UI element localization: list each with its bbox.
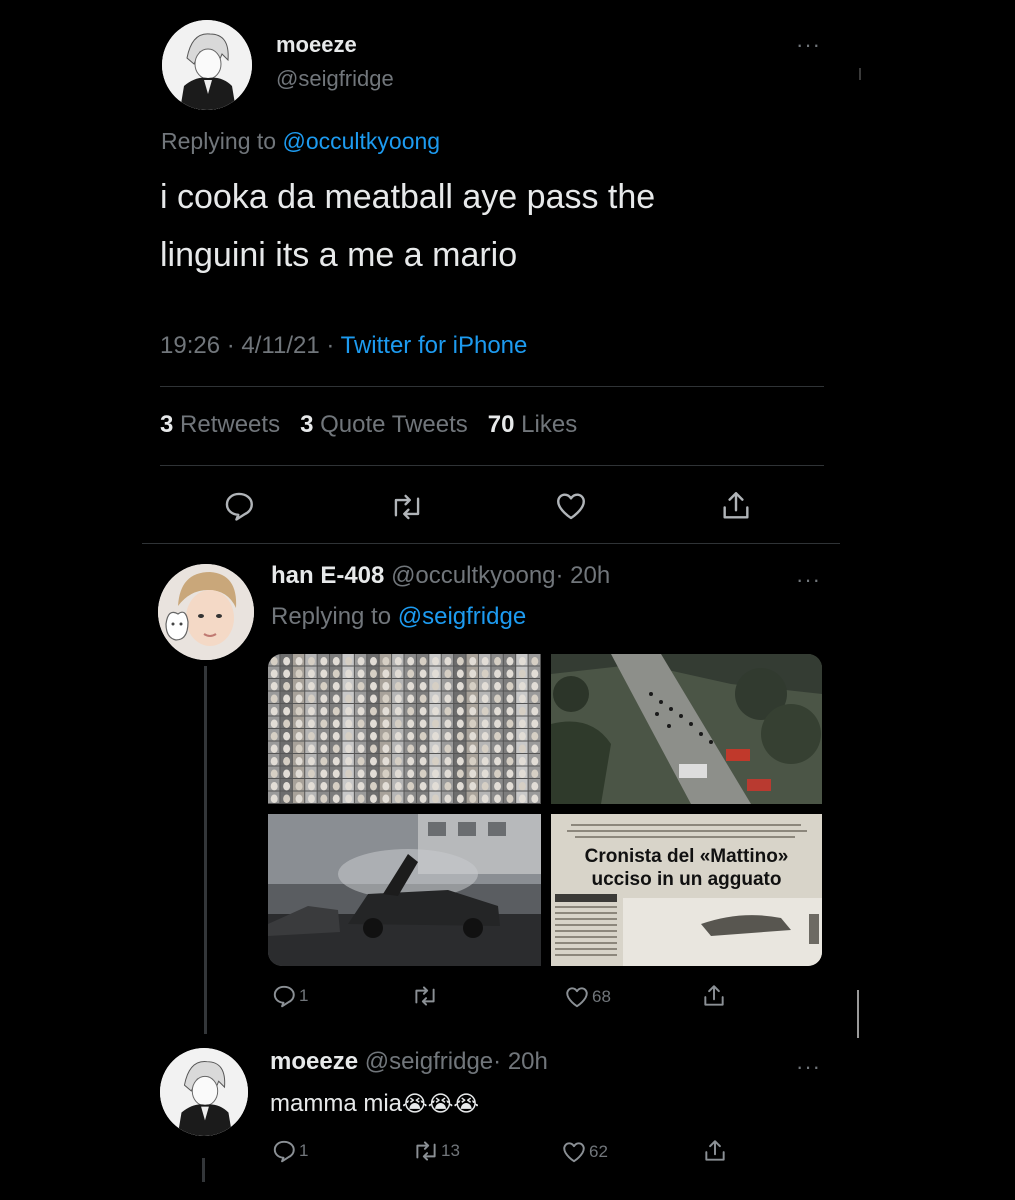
reply2-share-icon[interactable] — [702, 1137, 728, 1165]
tweet-stats: 3 Retweets 3 Quote Tweets 70 Likes — [160, 411, 577, 439]
reply1-share-icon[interactable] — [701, 982, 727, 1010]
media-newspaper-clipping[interactable]: Cronista del «Mattino» ucciso in un aggu… — [551, 814, 822, 966]
scroll-indicator-mid[interactable] — [857, 990, 859, 1038]
tweet-text-line1: i cooka da meatball aye pass the — [160, 178, 656, 216]
thread-connector-line-bottom — [202, 1158, 205, 1182]
meta-separator: · — [226, 332, 235, 359]
reply1-like-count: 68 — [592, 987, 611, 1006]
anime-avatar-image-small — [160, 1048, 248, 1136]
reply1-replying-handle[interactable]: @seigfridge — [398, 603, 526, 630]
media-photo-aerial-road[interactable] — [551, 654, 822, 804]
retweets-stat[interactable]: 3 Retweets — [160, 411, 287, 438]
main-handle[interactable]: @seigfridge — [276, 66, 394, 92]
reply2-reply-icon[interactable] — [271, 1138, 297, 1164]
reply1-display-name[interactable]: han E-408 — [271, 562, 384, 589]
reply1-more-options-icon[interactable]: ··· — [796, 569, 821, 591]
reply1-replying-to: Replying to @seigfridge — [271, 603, 526, 631]
avatar-moeeze[interactable] — [162, 20, 252, 110]
replying-to-handle[interactable]: @occultkyoong — [282, 128, 440, 154]
reply1-reply-icon[interactable] — [271, 983, 297, 1009]
reply1-retweet-icon[interactable] — [411, 983, 439, 1009]
thread-connector-line — [204, 666, 207, 1034]
reply2-time[interactable]: · 20h — [493, 1048, 548, 1075]
avatar-moeeze-reply[interactable] — [160, 1048, 248, 1136]
newspaper-headline-line2: ucciso in un agguato — [591, 869, 782, 890]
avatar-han[interactable] — [158, 564, 254, 660]
share-icon[interactable] — [719, 488, 753, 524]
retweets-label: Retweets — [180, 411, 281, 438]
tweet-time[interactable]: 19:26 — [160, 332, 220, 359]
tweet-meta: 19:26 · 4/11/21 · Twitter for iPhone — [160, 332, 527, 360]
replying-to-line: Replying to @occultkyoong — [161, 128, 440, 155]
reply2-handle[interactable]: @seigfridge — [365, 1048, 493, 1075]
reply2-emoji: 😭😭😭 — [402, 1091, 480, 1116]
reply1-like-icon[interactable] — [563, 984, 591, 1010]
main-tweet-bottom-divider — [142, 543, 840, 544]
tweet-source[interactable]: Twitter for iPhone — [341, 332, 528, 359]
reply2-like-count: 62 — [589, 1142, 608, 1161]
reply2-text-line: mamma mia😭😭😭 — [270, 1090, 479, 1118]
replying-to-label: Replying to — [161, 128, 277, 154]
stats-divider-bottom — [160, 465, 824, 466]
reply2-more-options-icon[interactable]: ··· — [796, 1056, 821, 1078]
reply1-replying-label: Replying to — [271, 603, 392, 630]
quotes-label: Quote Tweets — [320, 411, 468, 438]
likes-stat[interactable]: 70 Likes — [488, 411, 577, 438]
reply2-retweet-icon[interactable] — [412, 1138, 440, 1164]
reply2-display-name[interactable]: moeeze — [270, 1048, 358, 1075]
reply-icon[interactable] — [222, 489, 256, 523]
reply2-reply-count: 1 — [299, 1141, 309, 1160]
media-photo-burned-car[interactable] — [268, 814, 541, 966]
reply1-time[interactable]: · 20h — [556, 562, 611, 589]
tweet-date[interactable]: 4/11/21 — [241, 332, 319, 359]
main-display-name[interactable]: moeeze — [276, 32, 357, 58]
reply1-reply-count: 1 — [299, 986, 309, 1005]
like-icon[interactable] — [553, 489, 589, 523]
newspaper-headline-line1: Cronista del «Mattino» — [584, 846, 789, 867]
media-photo-faces-collage[interactable] — [268, 654, 541, 804]
reply2-retweet-count: 13 — [441, 1141, 460, 1160]
selfie-avatar-image — [158, 564, 254, 660]
reply1-media-grid[interactable]: Cronista del «Mattino» ucciso in un aggu… — [268, 654, 822, 966]
retweets-count: 3 — [160, 411, 174, 438]
scroll-indicator-top[interactable] — [859, 68, 861, 80]
reply1-handle[interactable]: @occultkyoong — [391, 562, 555, 589]
retweet-icon[interactable] — [389, 490, 425, 524]
anime-avatar-image — [162, 20, 252, 110]
likes-label: Likes — [521, 411, 578, 438]
reply2-like-icon[interactable] — [560, 1139, 588, 1165]
quotes-stat[interactable]: 3 Quote Tweets — [300, 411, 474, 438]
reply1-header: han E-408 @occultkyoong· 20h — [271, 562, 610, 590]
reply2-header: moeeze @seigfridge· 20h — [270, 1048, 548, 1076]
tweet-text-line2: linguini its a me a mario — [160, 236, 518, 274]
likes-count: 70 — [487, 411, 515, 438]
stats-divider-top — [160, 386, 824, 387]
more-options-icon[interactable]: ··· — [796, 34, 821, 56]
meta-separator-2: · — [326, 332, 335, 359]
reply2-text: mamma mia — [270, 1090, 403, 1117]
quotes-count: 3 — [300, 411, 314, 438]
